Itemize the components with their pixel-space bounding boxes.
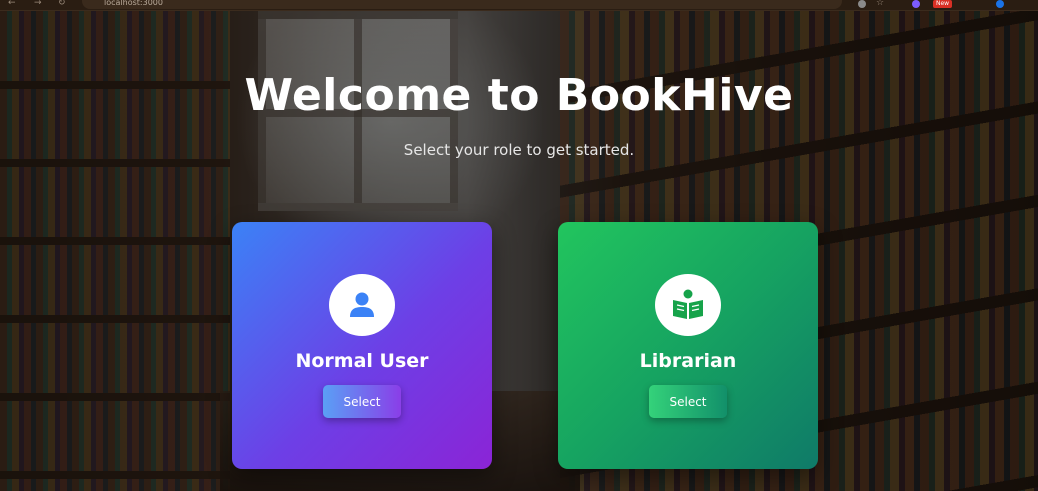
select-normal-user-button[interactable]: Select [323, 385, 401, 418]
user-icon [329, 274, 395, 336]
book-reader-icon [655, 274, 721, 336]
address-bar[interactable]: localhost:3000 [82, 0, 842, 9]
role-card-normal-user[interactable]: Normal User Select [232, 222, 492, 469]
select-librarian-button[interactable]: Select [649, 385, 727, 418]
new-badge: New [933, 0, 953, 8]
role-card-librarian[interactable]: Librarian Select [558, 222, 818, 469]
browser-toolbar: ← → ↻ localhost:3000 ☆ New [0, 0, 1038, 11]
reload-icon[interactable]: ↻ [58, 0, 66, 8]
star-icon[interactable]: ☆ [876, 0, 884, 8]
back-icon[interactable]: ← [8, 0, 16, 8]
profile-extension-icon[interactable] [912, 0, 920, 8]
forward-icon[interactable]: → [34, 0, 42, 8]
role-title: Normal User [295, 350, 429, 372]
page-subtitle: Select your role to get started. [403, 141, 635, 159]
role-title: Librarian [639, 350, 737, 372]
extension-icon[interactable] [858, 0, 866, 8]
page-title: Welcome to BookHive [244, 70, 794, 121]
account-avatar-icon[interactable] [996, 0, 1004, 8]
